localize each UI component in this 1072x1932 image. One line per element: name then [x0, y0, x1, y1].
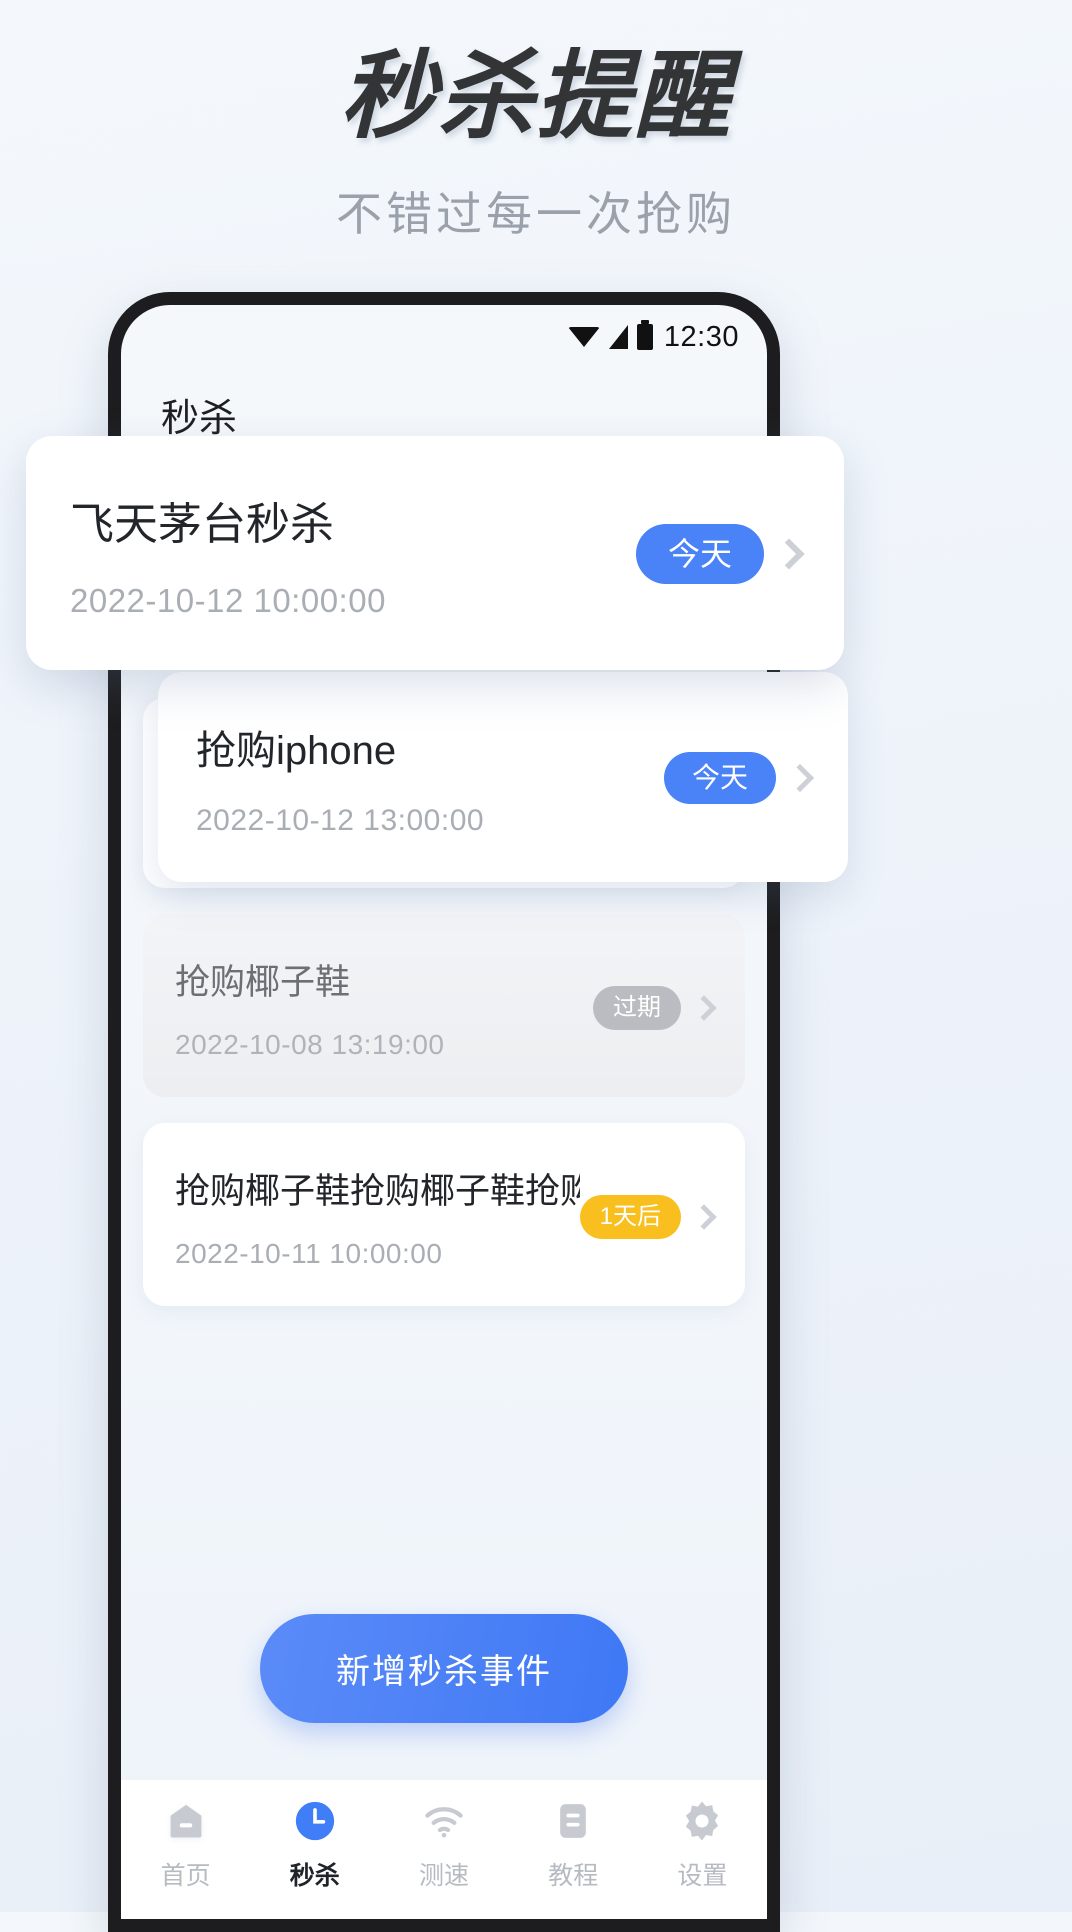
add-button-container: 新增秒杀事件 — [121, 1614, 767, 1723]
document-icon — [551, 1798, 595, 1844]
event-info: 抢购iphone 2022-10-12 13:00:00 — [196, 718, 664, 838]
chevron-right-icon[interactable] — [785, 763, 815, 793]
event-info: 抢购椰子鞋 2022-10-08 13:19:00 — [175, 954, 593, 1061]
tab-speedtest[interactable]: 测速 — [379, 1798, 508, 1892]
bottom-tab-bar: 首页 秒杀 测速 教程 设置 — [121, 1779, 767, 1919]
page-title: 秒杀提醒 — [340, 43, 732, 150]
status-badge: 今天 — [663, 752, 776, 804]
event-date: 2022-10-11 10:00:00 — [175, 1238, 443, 1269]
tab-label: 设置 — [677, 1862, 728, 1890]
tab-settings[interactable]: 设置 — [638, 1798, 767, 1892]
status-badge: 过期 — [593, 985, 681, 1030]
home-icon — [164, 1798, 208, 1844]
tab-home[interactable]: 首页 — [121, 1798, 250, 1892]
list-item-featured[interactable]: 飞天茅台秒杀 2022-10-12 10:00:00 今天 — [26, 436, 844, 670]
event-title: 抢购椰子鞋抢购椰子鞋抢购… — [175, 1172, 580, 1211]
tab-label: 首页 — [160, 1862, 211, 1890]
tab-seckill[interactable]: 秒杀 — [250, 1798, 379, 1892]
status-badge: 1天后 — [579, 1194, 681, 1239]
clock-icon — [292, 1798, 338, 1844]
event-title: 抢购椰子鞋 — [175, 963, 351, 1002]
tab-label: 教程 — [548, 1862, 599, 1890]
battery-icon — [636, 320, 653, 350]
tab-tutorial[interactable]: 教程 — [509, 1798, 638, 1892]
chevron-right-icon[interactable] — [691, 1203, 717, 1230]
event-title: 抢购iphone — [196, 729, 397, 773]
tab-label: 秒杀 — [289, 1862, 340, 1890]
event-date: 2022-10-08 13:19:00 — [175, 1029, 445, 1060]
wifi-icon — [421, 1798, 467, 1844]
promo-header: 秒杀提醒 不错过每一次抢购 — [0, 0, 1072, 244]
list-item-highlighted[interactable]: 抢购iphone 2022-10-12 13:00:00 今天 — [158, 672, 848, 882]
gear-icon — [679, 1798, 725, 1844]
event-meta: 今天 — [635, 524, 805, 584]
page-subtitle: 不错过每一次抢购 — [336, 188, 736, 241]
status-bar: 12:30 — [121, 305, 767, 361]
event-meta: 1天后 — [579, 1194, 717, 1239]
signal-icon — [608, 325, 628, 349]
event-info: 飞天茅台秒杀 2022-10-12 10:00:00 — [70, 488, 636, 620]
chevron-right-icon[interactable] — [691, 994, 717, 1021]
tab-label: 测速 — [419, 1862, 470, 1890]
event-meta: 过期 — [593, 985, 717, 1030]
event-date: 2022-10-12 10:00:00 — [70, 582, 386, 619]
chevron-right-icon[interactable] — [773, 538, 805, 570]
status-badge: 今天 — [635, 524, 764, 584]
app-header-title: 秒杀 — [161, 398, 238, 440]
wifi-icon — [567, 327, 600, 347]
event-info: 抢购椰子鞋抢购椰子鞋抢购… 2022-10-11 10:00:00 — [175, 1163, 580, 1270]
event-date: 2022-10-12 13:00:00 — [196, 804, 485, 837]
status-bar-icons — [567, 320, 653, 350]
event-title: 飞天茅台秒杀 — [70, 500, 334, 549]
list-item[interactable]: 抢购椰子鞋 2022-10-08 13:19:00 过期 — [143, 914, 745, 1097]
event-meta: 今天 — [663, 752, 815, 804]
status-bar-clock: 12:30 — [663, 320, 739, 353]
list-item[interactable]: 抢购椰子鞋抢购椰子鞋抢购… 2022-10-11 10:00:00 1天后 — [143, 1123, 745, 1306]
add-event-button[interactable]: 新增秒杀事件 — [260, 1614, 628, 1723]
